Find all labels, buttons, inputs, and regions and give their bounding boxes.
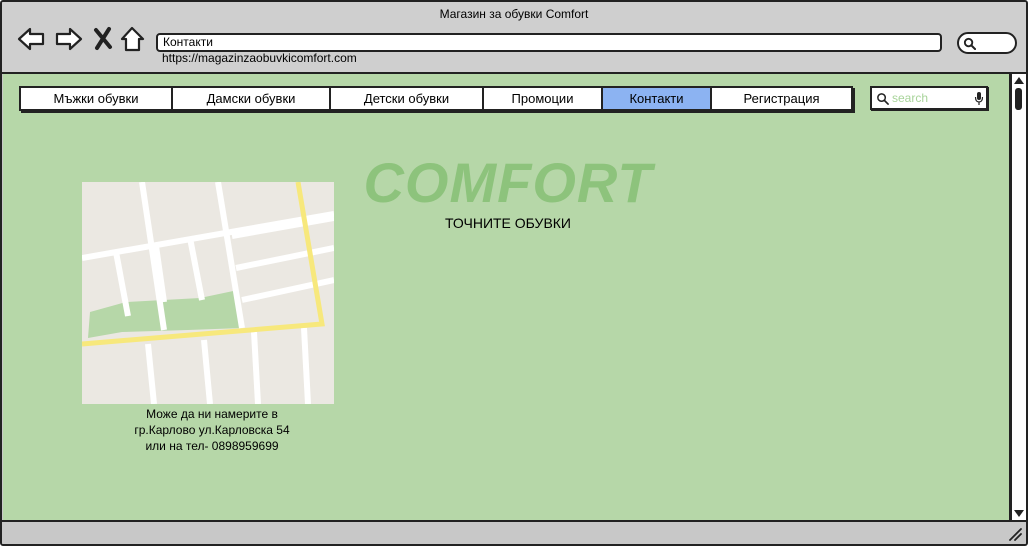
resize-grip-icon[interactable]	[1008, 527, 1022, 541]
vertical-scrollbar[interactable]	[1011, 74, 1026, 520]
brand-tagline: ТОЧНИТЕ ОБУВКИ	[445, 215, 571, 231]
nav-item-promotions[interactable]: Промоции	[484, 88, 603, 109]
site-search-box	[870, 86, 988, 110]
nav-item-mens-shoes[interactable]: Мъжки обувки	[21, 88, 173, 109]
scroll-down-arrow-icon[interactable]	[1014, 510, 1024, 517]
browser-search-field[interactable]	[957, 32, 1017, 54]
page-viewport: Мъжки обувки Дамски обувки Детски обувки…	[3, 74, 1011, 520]
search-icon	[963, 37, 976, 50]
map-image	[82, 182, 334, 404]
address-bar[interactable]: Контакти	[156, 33, 942, 52]
main-navigation: Мъжки обувки Дамски обувки Детски обувки…	[19, 86, 853, 111]
scroll-up-arrow-icon[interactable]	[1014, 77, 1024, 84]
scroll-thumb[interactable]	[1015, 88, 1022, 110]
search-icon	[877, 93, 889, 105]
nav-item-registration[interactable]: Регистрация	[712, 88, 851, 109]
status-bar	[2, 520, 1026, 544]
contact-info: Може да ни намерите в гр.Карлово ул.Карл…	[103, 406, 321, 454]
contact-line-1: Може да ни намерите в	[146, 407, 278, 421]
contact-line-3: или на тел- 0898959699	[145, 439, 279, 453]
microphone-icon[interactable]	[974, 91, 984, 106]
nav-item-kids-shoes[interactable]: Детски обувки	[331, 88, 484, 109]
forward-arrow-icon[interactable]	[54, 24, 84, 54]
home-icon[interactable]	[118, 24, 148, 54]
browser-toolbar: Магазин за обувки Comfort Контакти https…	[2, 2, 1026, 74]
nav-item-womens-shoes[interactable]: Дамски обувки	[173, 88, 331, 109]
close-x-icon[interactable]	[90, 24, 120, 54]
location-map[interactable]	[82, 182, 334, 404]
browser-window: Магазин за обувки Comfort Контакти https…	[0, 0, 1028, 546]
contact-line-2: гр.Карлово ул.Карловска 54	[134, 423, 290, 437]
nav-item-contacts[interactable]: Контакти	[603, 88, 712, 109]
back-arrow-icon[interactable]	[16, 24, 46, 54]
window-title: Магазин за обувки Comfort	[439, 7, 589, 21]
brand-logo-text: COMFORT	[363, 151, 653, 214]
search-input[interactable]	[892, 90, 970, 106]
url-text: https://magazinzaobuvkicomfort.com	[162, 51, 357, 65]
